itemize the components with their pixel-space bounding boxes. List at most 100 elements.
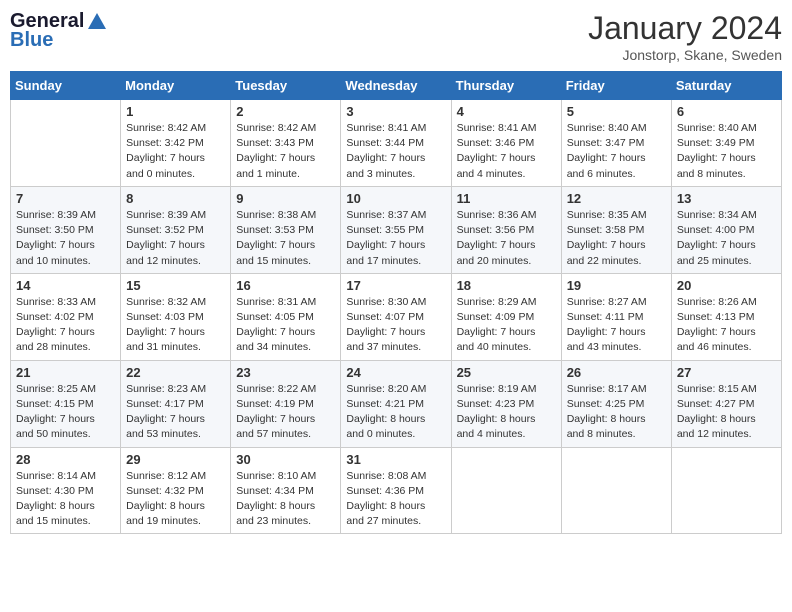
table-row: 20 Sunrise: 8:26 AM Sunset: 4:13 PM Dayli… xyxy=(671,273,781,360)
day-number: 25 xyxy=(457,365,556,380)
day-info: Sunrise: 8:20 AM Sunset: 4:21 PM Dayligh… xyxy=(346,382,445,443)
day-info: Sunrise: 8:41 AM Sunset: 3:44 PM Dayligh… xyxy=(346,121,445,182)
day-info: Sunrise: 8:29 AM Sunset: 4:09 PM Dayligh… xyxy=(457,295,556,356)
day-info: Sunrise: 8:30 AM Sunset: 4:07 PM Dayligh… xyxy=(346,295,445,356)
table-row: 12 Sunrise: 8:35 AM Sunset: 3:58 PM Dayli… xyxy=(561,186,671,273)
day-number: 5 xyxy=(567,104,666,119)
table-row: 22Sunrise: 8:23 AM Sunset: 4:17 PM Dayli… xyxy=(121,360,231,447)
calendar-week-row: 14Sunrise: 8:33 AM Sunset: 4:02 PM Dayli… xyxy=(11,273,782,360)
day-number: 3 xyxy=(346,104,445,119)
day-info: Sunrise: 8:15 AM Sunset: 4:27 PM Dayligh… xyxy=(677,382,776,443)
table-row: 9 Sunrise: 8:38 AM Sunset: 3:53 PM Daylig… xyxy=(231,186,341,273)
day-number: 4 xyxy=(457,104,556,119)
table-row: 29 Sunrise: 8:12 AM Sunset: 4:32 PM Dayli… xyxy=(121,447,231,534)
day-info: Sunrise: 8:27 AM Sunset: 4:11 PM Dayligh… xyxy=(567,295,666,356)
day-number: 9 xyxy=(236,191,335,206)
day-number: 8 xyxy=(126,191,225,206)
header-monday: Monday xyxy=(121,72,231,100)
table-row: 15Sunrise: 8:32 AM Sunset: 4:03 PM Dayli… xyxy=(121,273,231,360)
day-info: Sunrise: 8:22 AM Sunset: 4:19 PM Dayligh… xyxy=(236,382,335,443)
day-info: Sunrise: 8:37 AM Sunset: 3:55 PM Dayligh… xyxy=(346,208,445,269)
day-info: Sunrise: 8:31 AM Sunset: 4:05 PM Dayligh… xyxy=(236,295,335,356)
day-number: 24 xyxy=(346,365,445,380)
table-row: 26 Sunrise: 8:17 AM Sunset: 4:25 PM Dayli… xyxy=(561,360,671,447)
calendar-table: Sunday Monday Tuesday Wednesday Thursday… xyxy=(10,71,782,534)
day-info: Sunrise: 8:36 AM Sunset: 3:56 PM Dayligh… xyxy=(457,208,556,269)
day-number: 19 xyxy=(567,278,666,293)
day-info: Sunrise: 8:25 AM Sunset: 4:15 PM Dayligh… xyxy=(16,382,115,443)
day-number: 23 xyxy=(236,365,335,380)
day-number: 10 xyxy=(346,191,445,206)
table-row: 28 Sunrise: 8:14 AM Sunset: 4:30 PM Dayli… xyxy=(11,447,121,534)
day-number: 16 xyxy=(236,278,335,293)
day-info: Sunrise: 8:12 AM Sunset: 4:32 PM Dayligh… xyxy=(126,469,225,530)
table-row: 6 Sunrise: 8:40 AM Sunset: 3:49 PM Daylig… xyxy=(671,100,781,187)
day-info: Sunrise: 8:38 AM Sunset: 3:53 PM Dayligh… xyxy=(236,208,335,269)
logo-icon xyxy=(86,11,108,33)
table-row: 18 Sunrise: 8:29 AM Sunset: 4:09 PM Dayli… xyxy=(451,273,561,360)
table-row: 25 Sunrise: 8:19 AM Sunset: 4:23 PM Dayli… xyxy=(451,360,561,447)
day-info: Sunrise: 8:17 AM Sunset: 4:25 PM Dayligh… xyxy=(567,382,666,443)
table-row: 24 Sunrise: 8:20 AM Sunset: 4:21 PM Dayli… xyxy=(341,360,451,447)
day-number: 28 xyxy=(16,452,115,467)
header-thursday: Thursday xyxy=(451,72,561,100)
calendar-week-row: 21 Sunrise: 8:25 AM Sunset: 4:15 PM Dayli… xyxy=(11,360,782,447)
table-row xyxy=(671,447,781,534)
calendar-header-row: Sunday Monday Tuesday Wednesday Thursday… xyxy=(11,72,782,100)
table-row: 4 Sunrise: 8:41 AM Sunset: 3:46 PM Daylig… xyxy=(451,100,561,187)
table-row: 8 Sunrise: 8:39 AM Sunset: 3:52 PM Daylig… xyxy=(121,186,231,273)
table-row: 10 Sunrise: 8:37 AM Sunset: 3:55 PM Dayli… xyxy=(341,186,451,273)
day-number: 31 xyxy=(346,452,445,467)
day-number: 26 xyxy=(567,365,666,380)
table-row: 5 Sunrise: 8:40 AM Sunset: 3:47 PM Daylig… xyxy=(561,100,671,187)
table-row: 1Sunrise: 8:42 AM Sunset: 3:42 PM Daylig… xyxy=(121,100,231,187)
day-number: 30 xyxy=(236,452,335,467)
day-number: 18 xyxy=(457,278,556,293)
day-info: Sunrise: 8:42 AM Sunset: 3:42 PM Dayligh… xyxy=(126,121,225,182)
day-number: 29 xyxy=(126,452,225,467)
header-tuesday: Tuesday xyxy=(231,72,341,100)
page-header: General Blue January 2024 Jonstorp, Skan… xyxy=(10,10,782,63)
calendar-week-row: 7Sunrise: 8:39 AM Sunset: 3:50 PM Daylig… xyxy=(11,186,782,273)
logo-blue: Blue xyxy=(10,29,53,52)
table-row: 13Sunrise: 8:34 AM Sunset: 4:00 PM Dayli… xyxy=(671,186,781,273)
header-sunday: Sunday xyxy=(11,72,121,100)
day-info: Sunrise: 8:08 AM Sunset: 4:36 PM Dayligh… xyxy=(346,469,445,530)
day-number: 2 xyxy=(236,104,335,119)
day-number: 11 xyxy=(457,191,556,206)
day-info: Sunrise: 8:39 AM Sunset: 3:50 PM Dayligh… xyxy=(16,208,115,269)
day-info: Sunrise: 8:40 AM Sunset: 3:47 PM Dayligh… xyxy=(567,121,666,182)
header-saturday: Saturday xyxy=(671,72,781,100)
day-number: 20 xyxy=(677,278,776,293)
table-row xyxy=(451,447,561,534)
logo: General Blue xyxy=(10,10,108,52)
day-info: Sunrise: 8:10 AM Sunset: 4:34 PM Dayligh… xyxy=(236,469,335,530)
day-number: 12 xyxy=(567,191,666,206)
calendar-week-row: 1Sunrise: 8:42 AM Sunset: 3:42 PM Daylig… xyxy=(11,100,782,187)
day-number: 6 xyxy=(677,104,776,119)
day-info: Sunrise: 8:39 AM Sunset: 3:52 PM Dayligh… xyxy=(126,208,225,269)
table-row: 27 Sunrise: 8:15 AM Sunset: 4:27 PM Dayli… xyxy=(671,360,781,447)
table-row: 3 Sunrise: 8:41 AM Sunset: 3:44 PM Daylig… xyxy=(341,100,451,187)
day-info: Sunrise: 8:40 AM Sunset: 3:49 PM Dayligh… xyxy=(677,121,776,182)
day-number: 21 xyxy=(16,365,115,380)
day-info: Sunrise: 8:41 AM Sunset: 3:46 PM Dayligh… xyxy=(457,121,556,182)
day-info: Sunrise: 8:19 AM Sunset: 4:23 PM Dayligh… xyxy=(457,382,556,443)
day-info: Sunrise: 8:26 AM Sunset: 4:13 PM Dayligh… xyxy=(677,295,776,356)
day-info: Sunrise: 8:35 AM Sunset: 3:58 PM Dayligh… xyxy=(567,208,666,269)
calendar-week-row: 28 Sunrise: 8:14 AM Sunset: 4:30 PM Dayli… xyxy=(11,447,782,534)
table-row: 31 Sunrise: 8:08 AM Sunset: 4:36 PM Dayli… xyxy=(341,447,451,534)
month-year-title: January 2024 xyxy=(588,10,782,47)
header-friday: Friday xyxy=(561,72,671,100)
day-number: 15 xyxy=(126,278,225,293)
table-row: 16 Sunrise: 8:31 AM Sunset: 4:05 PM Dayli… xyxy=(231,273,341,360)
day-number: 17 xyxy=(346,278,445,293)
table-row: 19 Sunrise: 8:27 AM Sunset: 4:11 PM Dayli… xyxy=(561,273,671,360)
title-block: January 2024 Jonstorp, Skane, Sweden xyxy=(588,10,782,63)
day-info: Sunrise: 8:42 AM Sunset: 3:43 PM Dayligh… xyxy=(236,121,335,182)
day-info: Sunrise: 8:33 AM Sunset: 4:02 PM Dayligh… xyxy=(16,295,115,356)
table-row: 14Sunrise: 8:33 AM Sunset: 4:02 PM Dayli… xyxy=(11,273,121,360)
day-number: 27 xyxy=(677,365,776,380)
day-info: Sunrise: 8:14 AM Sunset: 4:30 PM Dayligh… xyxy=(16,469,115,530)
day-info: Sunrise: 8:23 AM Sunset: 4:17 PM Dayligh… xyxy=(126,382,225,443)
